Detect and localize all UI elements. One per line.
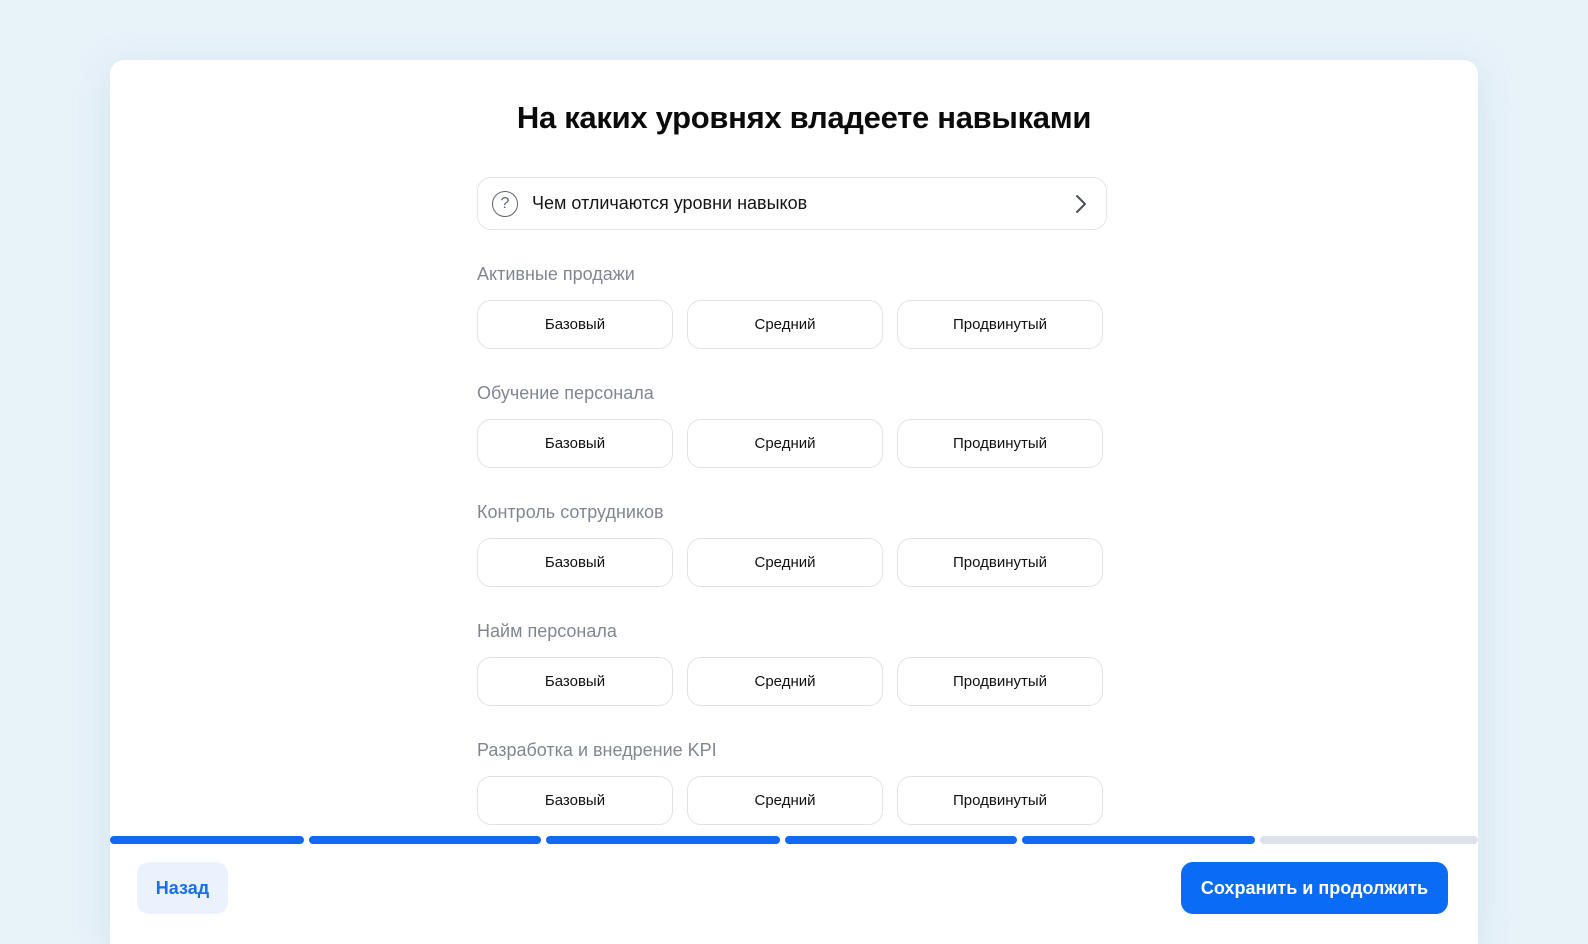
skills-form: ? Чем отличаются уровни навыков Активные… [477, 177, 1107, 825]
form-footer: Назад Сохранить и продолжить [110, 860, 1478, 944]
level-basic-button[interactable]: Базовый [477, 538, 673, 587]
level-medium-button[interactable]: Средний [687, 538, 883, 587]
skill-group-employee-control: Контроль сотрудников Базовый Средний Про… [477, 501, 1107, 587]
level-advanced-button[interactable]: Продвинутый [897, 538, 1103, 587]
level-medium-button[interactable]: Средний [687, 300, 883, 349]
page-title: На каких уровнях владеете навыками [516, 100, 1092, 135]
skill-group-kpi: Разработка и внедрение KPI Базовый Средн… [477, 739, 1107, 825]
progress-segment [546, 836, 780, 844]
level-medium-button[interactable]: Средний [687, 657, 883, 706]
level-options: Базовый Средний Продвинутый [477, 419, 1107, 468]
save-continue-button[interactable]: Сохранить и продолжить [1181, 862, 1448, 914]
info-link-label: Чем отличаются уровни навыков [532, 193, 808, 213]
step-progress-bar [110, 836, 1478, 844]
question-circle-icon: ? [492, 190, 518, 217]
skill-label: Активные продажи [477, 264, 635, 284]
progress-segment [110, 836, 305, 844]
progress-segment [784, 836, 1017, 844]
level-options: Базовый Средний Продвинутый [477, 300, 1107, 349]
level-options: Базовый Средний Продвинутый [477, 776, 1107, 825]
skill-label: Разработка и внедрение KPI [477, 740, 717, 760]
skills-card: На каких уровнях владеете навыками ? Чем… [110, 60, 1478, 944]
skill-group-active-sales: Активные продажи Базовый Средний Продвин… [477, 263, 1107, 349]
level-advanced-button[interactable]: Продвинутый [897, 300, 1103, 349]
back-button[interactable]: Назад [137, 862, 228, 914]
progress-segment [309, 836, 542, 844]
level-basic-button[interactable]: Базовый [477, 776, 673, 825]
progress-segment [1259, 836, 1478, 844]
skill-group-staff-training: Обучение персонала Базовый Средний Продв… [477, 382, 1107, 468]
level-advanced-button[interactable]: Продвинутый [897, 776, 1103, 825]
level-medium-button[interactable]: Средний [687, 419, 883, 468]
chevron-right-icon [1070, 193, 1092, 215]
skill-group-hiring: Найм персонала Базовый Средний Продвинут… [477, 620, 1107, 706]
level-basic-button[interactable]: Базовый [477, 300, 673, 349]
level-advanced-button[interactable]: Продвинутый [897, 657, 1103, 706]
progress-segment [1021, 836, 1255, 844]
skill-label: Найм персонала [477, 621, 617, 641]
level-options: Базовый Средний Продвинутый [477, 657, 1107, 706]
skill-levels-info-link[interactable]: ? Чем отличаются уровни навыков [477, 177, 1107, 230]
level-options: Базовый Средний Продвинутый [477, 538, 1107, 587]
level-basic-button[interactable]: Базовый [477, 657, 673, 706]
level-basic-button[interactable]: Базовый [477, 419, 673, 468]
level-medium-button[interactable]: Средний [687, 776, 883, 825]
level-advanced-button[interactable]: Продвинутый [897, 419, 1103, 468]
skill-label: Обучение персонала [477, 383, 654, 403]
skill-label: Контроль сотрудников [477, 502, 664, 522]
